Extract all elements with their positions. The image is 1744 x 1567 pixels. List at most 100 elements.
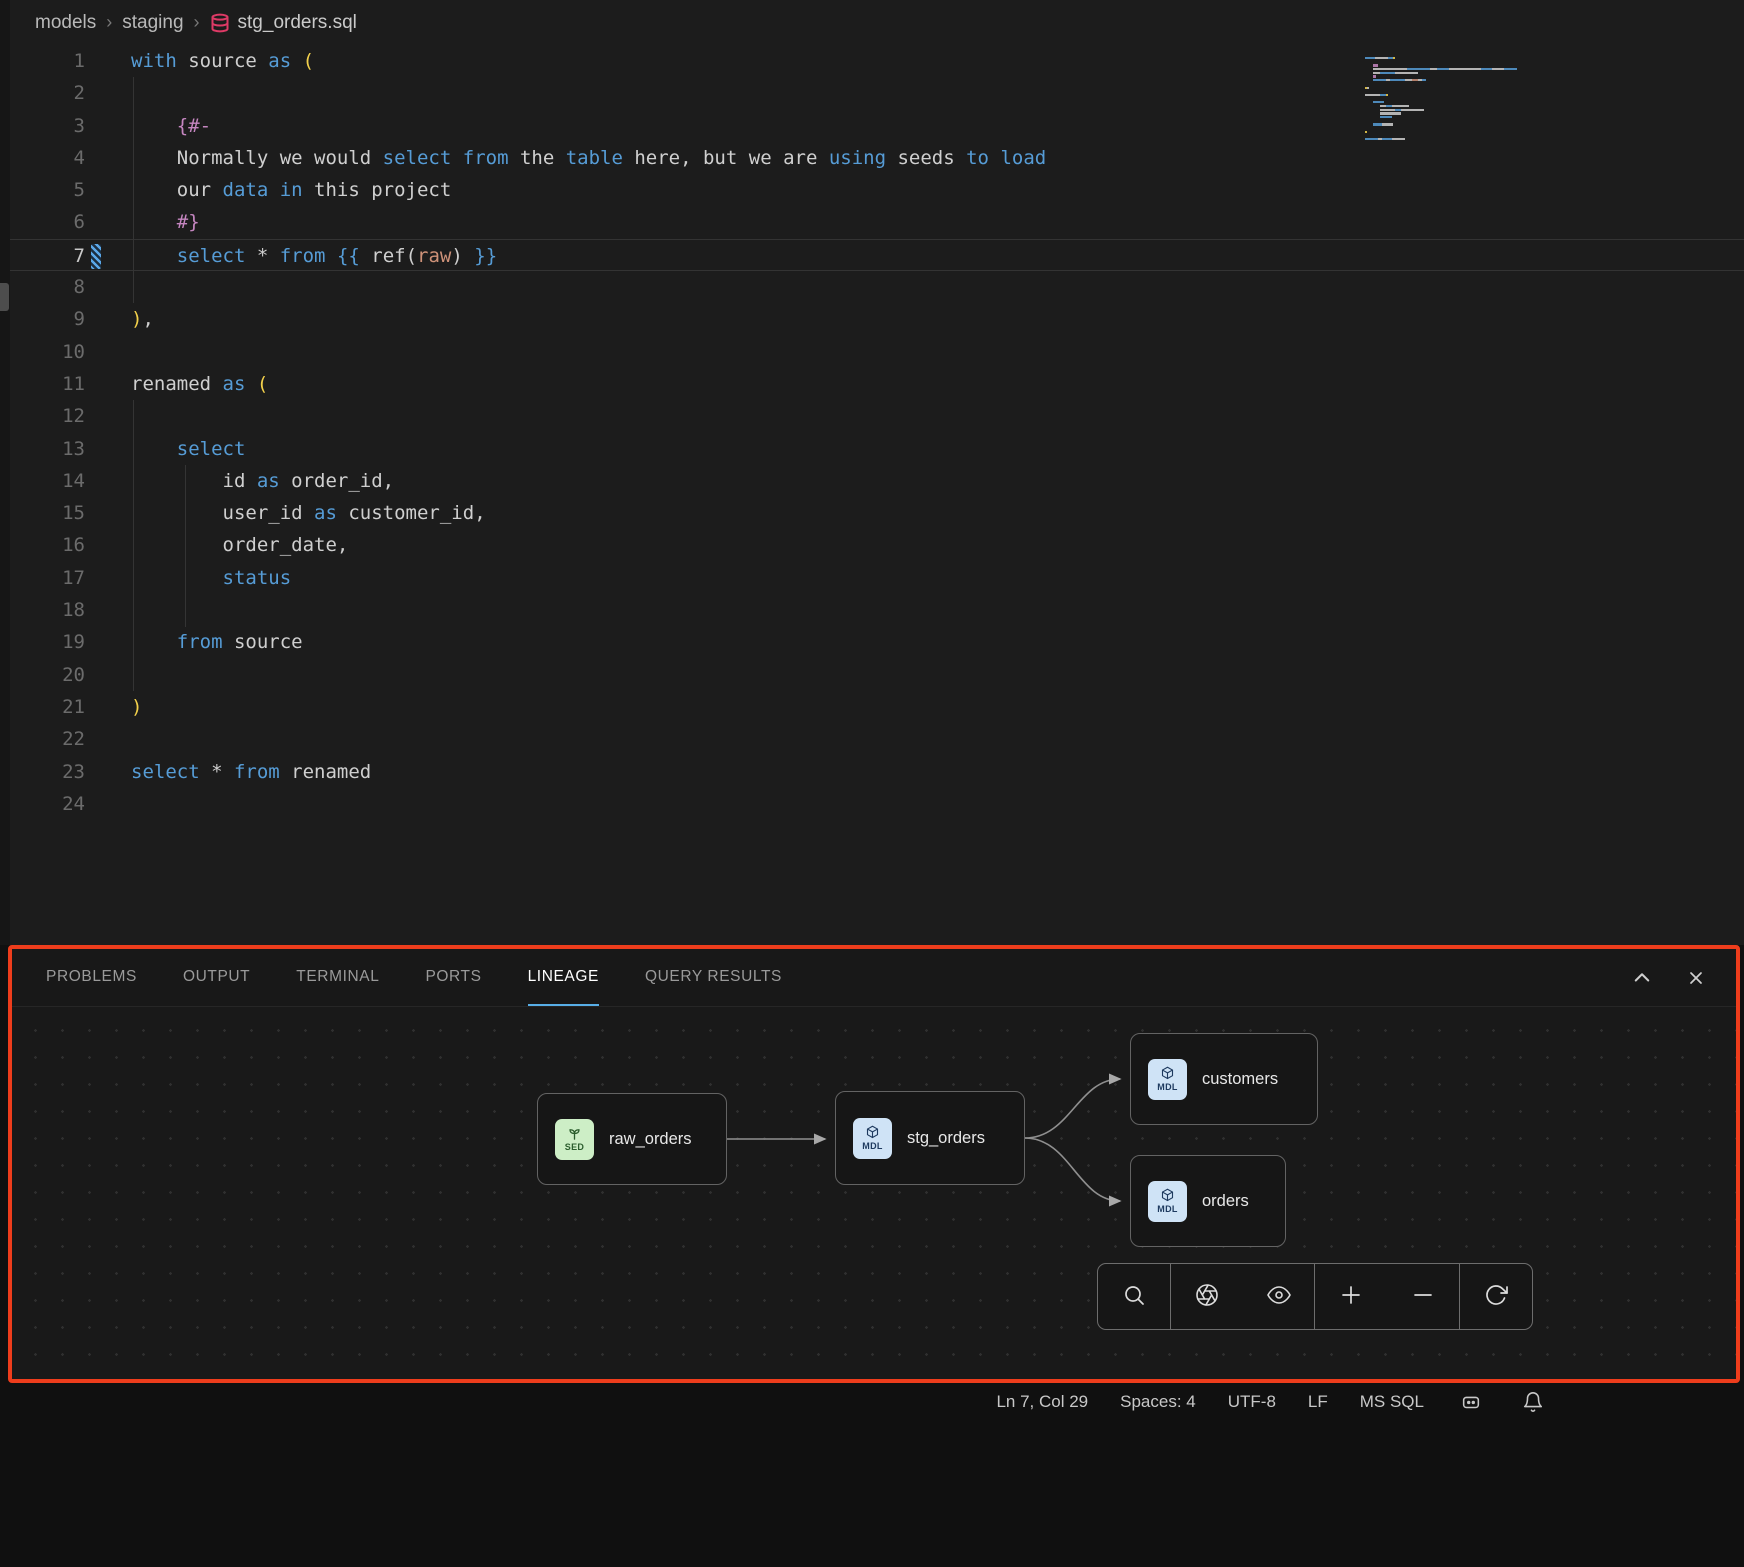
- breadcrumb-item-staging[interactable]: staging: [122, 12, 183, 34]
- status-item-spaces-4[interactable]: Spaces: 4: [1120, 1392, 1196, 1412]
- code-line[interactable]: 10: [10, 336, 1744, 368]
- line-number: 6: [10, 206, 85, 238]
- code-line[interactable]: 23select * from renamed: [10, 756, 1744, 788]
- code-line[interactable]: 7 select * from {{ ref(raw) }}: [10, 239, 1744, 271]
- tab-terminal[interactable]: TERMINAL: [296, 949, 379, 1006]
- close-panel-button[interactable]: [1682, 964, 1710, 992]
- aperture-icon: [1195, 1283, 1219, 1310]
- code-text: #}: [131, 206, 200, 238]
- code-lines: 1with source as (23 {#-4 Normally we wou…: [10, 45, 1744, 820]
- line-number: 9: [10, 303, 85, 335]
- minimap[interactable]: [1365, 57, 1540, 146]
- code-line[interactable]: 12: [10, 400, 1744, 432]
- code-line[interactable]: 19 from source: [10, 626, 1744, 658]
- lineage-node-stg-orders[interactable]: MDL stg_orders: [835, 1091, 1025, 1185]
- gutter-decoration: [85, 433, 131, 465]
- gutter-decoration: [85, 529, 131, 561]
- minimap-line: [1365, 105, 1540, 107]
- line-number: 10: [10, 336, 85, 368]
- lineage-node-customers[interactable]: MDL customers: [1130, 1033, 1318, 1125]
- copilot-button[interactable]: [1456, 1387, 1486, 1417]
- notifications-button[interactable]: [1518, 1387, 1548, 1417]
- code-editor[interactable]: 1with source as (23 {#-4 Normally we wou…: [10, 45, 1744, 945]
- line-number: 14: [10, 465, 85, 497]
- code-line[interactable]: 16 order_date,: [10, 529, 1744, 561]
- zoom-out-button[interactable]: [1387, 1264, 1459, 1329]
- indent-guide: [133, 400, 134, 691]
- status-bar: Ln 7, Col 29 Spaces: 4 UTF-8 LF MS SQL: [0, 1387, 1744, 1417]
- code-text: select * from renamed: [131, 756, 371, 788]
- line-number: 2: [10, 77, 85, 109]
- line-number: 4: [10, 142, 85, 174]
- code-line[interactable]: 6 #}: [10, 206, 1744, 238]
- status-item-ln-7-col-29[interactable]: Ln 7, Col 29: [996, 1392, 1088, 1412]
- lineage-toolbar: [1097, 1263, 1533, 1330]
- tab-query-results[interactable]: QUERY RESULTS: [645, 949, 782, 1006]
- tab-lineage[interactable]: LINEAGE: [528, 949, 599, 1006]
- zoom-in-button[interactable]: [1314, 1264, 1387, 1329]
- minimap-line: [1365, 134, 1540, 136]
- code-line[interactable]: 5 our data in this project: [10, 174, 1744, 206]
- lineage-graph[interactable]: SED raw_orders MDL stg_orders MDL custom…: [12, 1007, 1736, 1379]
- code-text: order_date,: [131, 529, 348, 561]
- code-line[interactable]: 11renamed as (: [10, 368, 1744, 400]
- lineage-node-raw-orders[interactable]: SED raw_orders: [537, 1093, 727, 1185]
- minimap-line: [1365, 79, 1540, 81]
- code-line[interactable]: 13 select: [10, 433, 1744, 465]
- visibility-button[interactable]: [1243, 1264, 1315, 1329]
- model-cube-icon: MDL: [853, 1118, 892, 1159]
- gutter-decoration: [85, 659, 131, 691]
- snippet-marker-icon: [91, 244, 101, 269]
- refresh-button[interactable]: [1459, 1264, 1532, 1329]
- line-number: 17: [10, 562, 85, 594]
- code-line[interactable]: 17 status: [10, 562, 1744, 594]
- refresh-icon: [1484, 1283, 1508, 1310]
- tab-output[interactable]: OUTPUT: [183, 949, 250, 1006]
- minimap-line: [1365, 142, 1540, 144]
- node-label: orders: [1202, 1192, 1249, 1211]
- collapse-panel-button[interactable]: [1628, 964, 1656, 992]
- chevron-right-icon: ›: [194, 12, 200, 33]
- code-line[interactable]: 21): [10, 691, 1744, 723]
- line-number: 3: [10, 110, 85, 142]
- code-line[interactable]: 14 id as order_id,: [10, 465, 1744, 497]
- tab-ports[interactable]: PORTS: [425, 949, 481, 1006]
- search-button[interactable]: [1098, 1264, 1170, 1329]
- bottom-panel: PROBLEMS OUTPUT TERMINAL PORTS LINEAGE QUERY …: [8, 945, 1740, 1383]
- code-line[interactable]: 15 user_id as customer_id,: [10, 497, 1744, 529]
- aperture-button[interactable]: [1170, 1264, 1243, 1329]
- code-line[interactable]: 8: [10, 271, 1744, 303]
- status-item-lf[interactable]: LF: [1308, 1392, 1328, 1412]
- gutter-decoration: [85, 271, 131, 303]
- line-number: 21: [10, 691, 85, 723]
- minimap-line: [1365, 61, 1540, 63]
- code-line[interactable]: 24: [10, 788, 1744, 820]
- code-line[interactable]: 18: [10, 594, 1744, 626]
- editor-pane: models › staging › stg_orders.sql 1with …: [10, 0, 1744, 945]
- tab-problems[interactable]: PROBLEMS: [46, 949, 137, 1006]
- sidebar-handle[interactable]: [0, 283, 9, 311]
- status-item-ms-sql[interactable]: MS SQL: [1360, 1392, 1424, 1412]
- gutter-decoration: [85, 368, 131, 400]
- code-line[interactable]: 9),: [10, 303, 1744, 335]
- code-text: ),: [131, 303, 154, 335]
- panel-tab-bar: PROBLEMS OUTPUT TERMINAL PORTS LINEAGE QUERY …: [12, 949, 1736, 1007]
- status-item-utf-8[interactable]: UTF-8: [1228, 1392, 1276, 1412]
- search-icon: [1122, 1283, 1146, 1310]
- breadcrumb-file[interactable]: stg_orders.sql: [210, 12, 357, 34]
- code-line[interactable]: 22: [10, 723, 1744, 755]
- breadcrumb-item-models[interactable]: models: [35, 12, 96, 34]
- line-number: 20: [10, 659, 85, 691]
- code-text: with source as (: [131, 45, 314, 77]
- eye-icon: [1267, 1283, 1291, 1310]
- gutter-decoration: [85, 77, 131, 109]
- minimap-line: [1365, 116, 1540, 118]
- minimap-line: [1365, 123, 1540, 125]
- lineage-node-orders[interactable]: MDL orders: [1130, 1155, 1286, 1247]
- code-line[interactable]: 4 Normally we would select from the tabl…: [10, 142, 1744, 174]
- model-cube-icon: MDL: [1148, 1181, 1187, 1222]
- gutter-decoration: [85, 465, 131, 497]
- code-text: select: [131, 433, 245, 465]
- code-line[interactable]: 20: [10, 659, 1744, 691]
- line-number: 22: [10, 723, 85, 755]
